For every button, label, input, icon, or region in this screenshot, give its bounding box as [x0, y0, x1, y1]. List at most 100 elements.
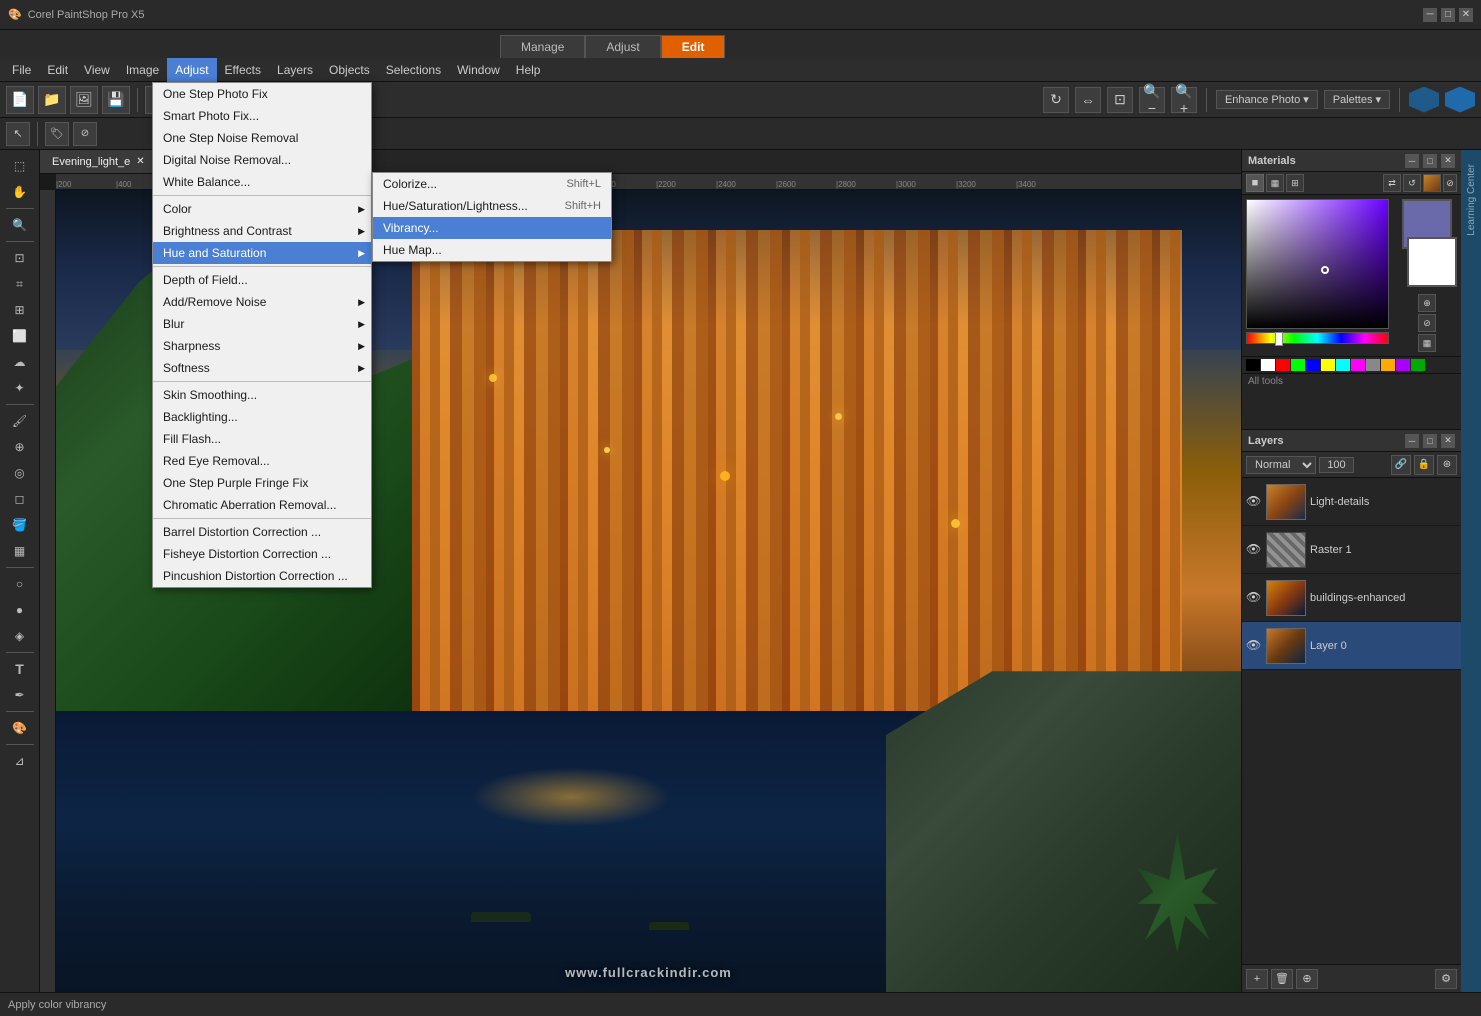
palette-blue[interactable]: [1306, 359, 1320, 371]
color-eraser-btn[interactable]: ⊘: [1418, 314, 1436, 332]
browse-btn[interactable]: 🖼: [70, 86, 98, 114]
lc-icon-2[interactable]: [1445, 87, 1475, 113]
color-gradient-btn[interactable]: ▦: [1266, 174, 1284, 192]
save-btn[interactable]: 💾: [102, 86, 130, 114]
adj-red-eye[interactable]: Red Eye Removal...: [153, 450, 371, 472]
layers-minimize-btn[interactable]: ─: [1405, 434, 1419, 448]
tool-dodge[interactable]: ○: [5, 572, 35, 596]
opacity-input[interactable]: [1319, 457, 1354, 473]
tool-arrow-btn[interactable]: ↖: [6, 122, 30, 146]
flip-h-btn[interactable]: ⇔: [1075, 87, 1101, 113]
tool-nav[interactable]: ⊿: [5, 749, 35, 773]
menu-window[interactable]: Window: [449, 58, 508, 82]
menu-file[interactable]: File: [4, 58, 39, 82]
adj-one-step-noise[interactable]: One Step Noise Removal: [153, 127, 371, 149]
adj-backlighting[interactable]: Backlighting...: [153, 406, 371, 428]
adj-smart-photo-fix[interactable]: Smart Photo Fix...: [153, 105, 371, 127]
new-layer-btn[interactable]: +: [1246, 969, 1268, 989]
tool-crop[interactable]: ⊡: [5, 246, 35, 270]
lc-icon-1[interactable]: [1409, 87, 1439, 113]
new-btn[interactable]: 📄: [6, 86, 34, 114]
menu-selections[interactable]: Selections: [378, 58, 449, 82]
layer-row-raster1[interactable]: 👁 Raster 1: [1242, 526, 1461, 574]
tool-zoom[interactable]: 🔍: [5, 213, 35, 237]
tool-select[interactable]: ⬚: [5, 154, 35, 178]
tool-pan[interactable]: ✋: [5, 180, 35, 204]
tool-eraser[interactable]: ◻: [5, 487, 35, 511]
adj-brightness-contrast[interactable]: Brightness and Contrast: [153, 220, 371, 242]
sub-vibrancy[interactable]: Vibrancy...: [373, 217, 611, 239]
adj-add-remove-noise[interactable]: Add/Remove Noise: [153, 291, 371, 313]
palette-magenta[interactable]: [1351, 359, 1365, 371]
canvas-close-icon[interactable]: ✕: [136, 156, 144, 167]
menu-adjust[interactable]: Adjust: [167, 58, 216, 82]
color-pattern-btn[interactable]: ⊞: [1286, 174, 1304, 192]
open-btn[interactable]: 📁: [38, 86, 66, 114]
layer-fx-btn[interactable]: ⊛: [1437, 455, 1457, 475]
reset-colors-btn[interactable]: ↺: [1403, 174, 1421, 192]
minimize-btn[interactable]: ─: [1423, 8, 1437, 22]
resize-btn[interactable]: ⊡: [1107, 87, 1133, 113]
enhance-photo-btn[interactable]: Enhance Photo ▾: [1216, 90, 1318, 109]
menu-edit[interactable]: Edit: [39, 58, 76, 82]
tab-edit[interactable]: Edit: [661, 35, 726, 58]
palette-purple[interactable]: [1396, 359, 1410, 371]
layer-eye-buildings[interactable]: 👁: [1246, 590, 1262, 606]
tool-paint[interactable]: 🖌: [5, 409, 35, 433]
palette-gray[interactable]: [1366, 359, 1380, 371]
menu-image[interactable]: Image: [118, 58, 167, 82]
palettes-btn[interactable]: Palettes ▾: [1324, 90, 1390, 109]
adj-purple-fringe[interactable]: One Step Purple Fringe Fix: [153, 472, 371, 494]
tool-color-replace[interactable]: 🎨: [5, 716, 35, 740]
delete-layer-btn[interactable]: 🗑: [1271, 969, 1293, 989]
tool-clone[interactable]: ⊕: [5, 435, 35, 459]
menu-help[interactable]: Help: [508, 58, 549, 82]
palette-white[interactable]: [1261, 359, 1275, 371]
menu-view[interactable]: View: [76, 58, 118, 82]
menu-layers[interactable]: Layers: [269, 58, 321, 82]
tool-heal[interactable]: ◎: [5, 461, 35, 485]
hue-slider[interactable]: [1246, 332, 1389, 344]
adj-fill-flash[interactable]: Fill Flash...: [153, 428, 371, 450]
tool-text[interactable]: T: [5, 657, 35, 681]
sub-colorize[interactable]: Colorize... Shift+L: [373, 173, 611, 195]
layer-row-buildings[interactable]: 👁 buildings-enhanced: [1242, 574, 1461, 622]
transparent-btn[interactable]: ⊘: [1443, 174, 1457, 192]
adj-skin-smoothing[interactable]: Skin Smoothing...: [153, 384, 371, 406]
link-layers-btn[interactable]: 🔗: [1391, 455, 1411, 475]
tool-pen[interactable]: ✒: [5, 683, 35, 707]
eyedropper-btn[interactable]: ⊕: [1418, 294, 1436, 312]
zoom-in-btn[interactable]: 🔍+: [1171, 87, 1197, 113]
adj-pincushion[interactable]: Pincushion Distortion Correction ...: [153, 565, 371, 587]
adj-digital-noise[interactable]: Digital Noise Removal...: [153, 149, 371, 171]
layer-eye-light-details[interactable]: 👁: [1246, 494, 1262, 510]
tool-fill[interactable]: 🪣: [5, 513, 35, 537]
palette-black[interactable]: [1246, 359, 1260, 371]
swap-colors-btn[interactable]: ⇄: [1383, 174, 1401, 192]
palette-yellow[interactable]: [1321, 359, 1335, 371]
canvas-tab-active[interactable]: Evening_light_e ✕: [40, 150, 158, 173]
palette-cyan[interactable]: [1336, 359, 1350, 371]
lock-layer-btn[interactable]: 🔒: [1414, 455, 1434, 475]
tab-manage[interactable]: Manage: [500, 35, 585, 58]
tool-magic-wand[interactable]: ✦: [5, 376, 35, 400]
color-gradient-box[interactable]: [1246, 199, 1389, 352]
zoom-out-btn[interactable]: 🔍−: [1139, 87, 1165, 113]
layer-settings-btn[interactable]: ⚙: [1435, 969, 1457, 989]
adj-depth-of-field[interactable]: Depth of Field...: [153, 269, 371, 291]
maximize-btn[interactable]: □: [1441, 8, 1455, 22]
layer-row-light-details[interactable]: 👁 Light-details: [1242, 478, 1461, 526]
materials-minimize-btn[interactable]: ─: [1405, 154, 1419, 168]
sub-hue-saturation-lightness[interactable]: Hue/Saturation/Lightness... Shift+H: [373, 195, 611, 217]
layers-detach-btn[interactable]: □: [1423, 434, 1437, 448]
adj-softness[interactable]: Softness: [153, 357, 371, 379]
adj-color[interactable]: Color: [153, 198, 371, 220]
merge-layers-btn[interactable]: ⊕: [1296, 969, 1318, 989]
palette-green[interactable]: [1291, 359, 1305, 371]
materials-close-btn[interactable]: ✕: [1441, 154, 1455, 168]
adj-hue-saturation[interactable]: Hue and Saturation: [153, 242, 371, 264]
tag-btn[interactable]: 🏷: [45, 122, 69, 146]
menu-objects[interactable]: Objects: [321, 58, 378, 82]
layer-row-layer0[interactable]: 👁 Layer 0: [1242, 622, 1461, 670]
materials-detach-btn[interactable]: □: [1423, 154, 1437, 168]
